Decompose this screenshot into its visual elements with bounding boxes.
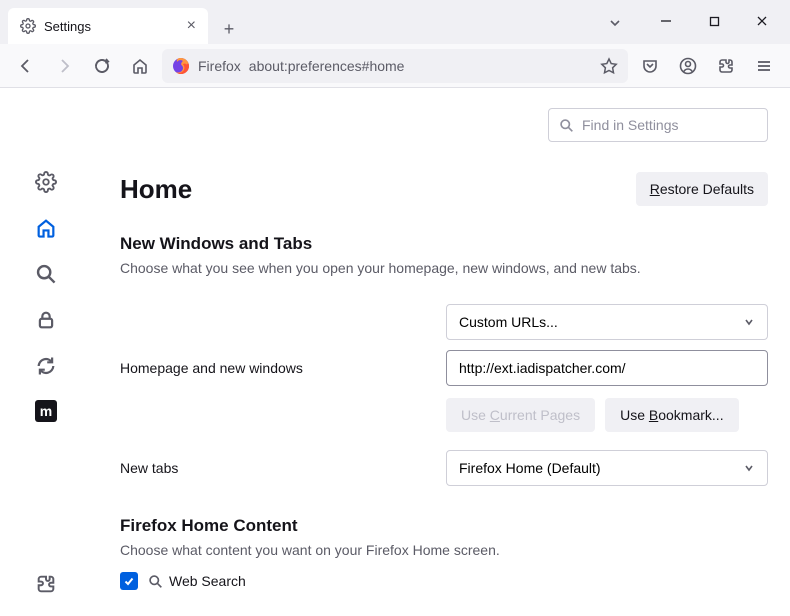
- sidebar-sync[interactable]: [34, 354, 58, 378]
- find-in-settings-input[interactable]: Find in Settings: [548, 108, 768, 142]
- settings-main: Find in Settings Home Restore Defaults N…: [92, 88, 790, 616]
- pocket-button[interactable]: [634, 50, 666, 82]
- use-current-pages-button[interactable]: Use Current Pages: [446, 398, 595, 432]
- extensions-button[interactable]: [710, 50, 742, 82]
- restore-defaults-button[interactable]: Restore Defaults: [636, 172, 768, 206]
- home-button[interactable]: [124, 50, 156, 82]
- firefox-icon: [172, 57, 190, 75]
- newtabs-mode-select[interactable]: Firefox Home (Default): [446, 450, 768, 486]
- find-placeholder: Find in Settings: [582, 117, 679, 133]
- window-minimize-button[interactable]: [644, 6, 688, 36]
- chevron-down-icon: [743, 462, 755, 474]
- tab-settings[interactable]: Settings ×: [8, 8, 208, 44]
- page-title: Home: [120, 174, 192, 205]
- section-windows-tabs-title: New Windows and Tabs: [120, 234, 768, 254]
- gear-icon: [20, 18, 36, 34]
- sidebar-more[interactable]: m: [35, 400, 57, 422]
- section-windows-tabs-desc: Choose what you see when you open your h…: [120, 260, 768, 276]
- sidebar-extensions[interactable]: [34, 572, 58, 596]
- window-maximize-button[interactable]: [692, 6, 736, 36]
- toolbar: Firefox about:preferences#home: [0, 44, 790, 88]
- account-button[interactable]: [672, 50, 704, 82]
- sidebar-general[interactable]: [34, 170, 58, 194]
- sidebar-privacy[interactable]: [34, 308, 58, 332]
- new-tab-button[interactable]: +: [214, 14, 244, 44]
- app-menu-button[interactable]: [748, 50, 780, 82]
- tab-title: Settings: [44, 19, 91, 34]
- homepage-url-input[interactable]: [446, 350, 768, 386]
- homepage-mode-select[interactable]: Custom URLs...: [446, 304, 768, 340]
- urlbar-brand: Firefox: [198, 58, 241, 74]
- forward-button[interactable]: [48, 50, 80, 82]
- search-icon: [559, 118, 574, 133]
- label-homepage: [120, 314, 430, 330]
- tab-close-button[interactable]: ×: [187, 17, 196, 35]
- web-search-label: Web Search: [148, 573, 246, 589]
- urlbar-url: about:preferences#home: [249, 58, 405, 74]
- back-button[interactable]: [10, 50, 42, 82]
- window-close-button[interactable]: [740, 6, 784, 36]
- settings-sidebar: m: [0, 88, 92, 616]
- label-homepage: Homepage and new windows: [120, 360, 430, 376]
- sidebar-search[interactable]: [34, 262, 58, 286]
- use-bookmark-button[interactable]: Use Bookmark...: [605, 398, 739, 432]
- chevron-down-icon: [743, 316, 755, 328]
- web-search-checkbox[interactable]: [120, 572, 138, 590]
- reload-button[interactable]: [86, 50, 118, 82]
- sidebar-home[interactable]: [34, 216, 58, 240]
- search-icon: [148, 574, 163, 589]
- tab-overflow-button[interactable]: [600, 8, 630, 38]
- bookmark-star-button[interactable]: [600, 57, 618, 75]
- url-bar[interactable]: Firefox about:preferences#home: [162, 49, 628, 83]
- section-home-content-title: Firefox Home Content: [120, 516, 768, 536]
- label-newtabs: New tabs: [120, 460, 430, 476]
- section-home-content-desc: Choose what content you want on your Fir…: [120, 542, 768, 558]
